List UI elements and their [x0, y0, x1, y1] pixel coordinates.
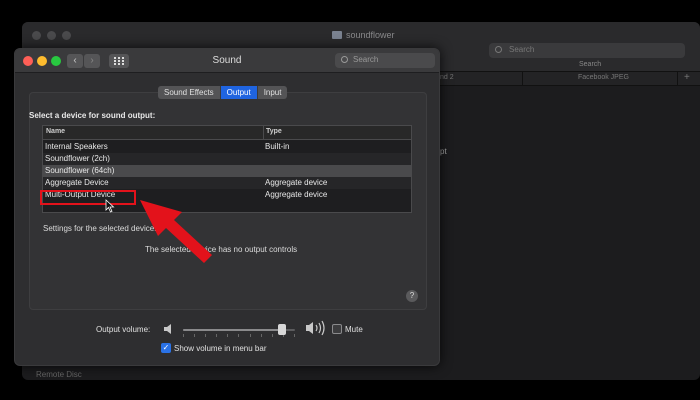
column-divider — [263, 126, 264, 140]
no-controls-message: The selected device has no output contro… — [145, 245, 298, 254]
tab-sound-effects[interactable]: Sound Effects — [158, 86, 221, 99]
finder-search-field[interactable]: Search — [489, 43, 685, 58]
preferences-search-field[interactable]: Search — [335, 53, 435, 68]
table-row-selected[interactable]: Soundflower (64ch) — [43, 165, 411, 177]
column-header-name[interactable]: Name — [46, 128, 65, 135]
finder-title-text: soundflower — [346, 30, 395, 40]
mute-checkbox[interactable] — [332, 324, 342, 334]
preferences-search-placeholder: Search — [353, 55, 379, 64]
table-header: Name Type — [43, 126, 411, 140]
finder-item-fragment: pt — [440, 147, 447, 156]
help-button[interactable]: ? — [406, 290, 418, 302]
search-icon — [495, 46, 502, 53]
folder-icon — [332, 31, 342, 39]
finder-column-header[interactable]: Facebook JPEG — [578, 74, 629, 81]
add-column-button[interactable]: + — [684, 72, 690, 83]
show-volume-label: Show volume in menu bar — [174, 344, 267, 353]
tab-input[interactable]: Input — [258, 86, 288, 99]
output-volume-slider[interactable] — [183, 324, 295, 337]
column-divider — [677, 72, 678, 86]
sound-preferences-window: ‹ › Sound Search Sound Effects Output In… — [14, 48, 440, 366]
finder-column-header[interactable]: nd 2 — [440, 74, 454, 81]
settings-heading: Settings for the selected device: — [43, 224, 157, 233]
table-row[interactable]: Internal Speakers Built-in — [43, 141, 411, 153]
tab-bar: Sound Effects Output Input — [158, 86, 288, 99]
finder-window-controls — [32, 31, 71, 40]
sound-titlebar: ‹ › Sound Search — [15, 49, 439, 73]
tab-output[interactable]: Output — [220, 86, 258, 99]
table-row[interactable]: Aggregate Device Aggregate device — [43, 177, 411, 189]
output-volume-label: Output volume: — [96, 325, 151, 334]
device-name: Soundflower (64ch) — [45, 166, 115, 175]
mouse-pointer-icon — [105, 199, 115, 213]
mute-label: Mute — [345, 325, 363, 334]
column-divider — [522, 72, 523, 86]
device-type: Aggregate device — [265, 178, 328, 187]
volume-slider-fill — [183, 329, 282, 331]
sidebar-item-remote-disc[interactable]: Remote Disc — [22, 370, 162, 380]
device-type: Aggregate device — [265, 190, 328, 199]
speaker-high-icon — [306, 320, 325, 336]
finder-search-placeholder: Search — [509, 45, 535, 54]
column-header-type[interactable]: Type — [266, 128, 282, 135]
finder-search-caption: Search — [579, 61, 602, 68]
speaker-low-icon — [164, 324, 171, 334]
annotation-highlight-box — [40, 190, 136, 205]
device-name: Soundflower (2ch) — [45, 154, 110, 163]
select-device-heading: Select a device for sound output: — [29, 111, 156, 120]
search-icon — [341, 56, 348, 63]
device-name: Aggregate Device — [45, 178, 109, 187]
device-type: Built-in — [265, 142, 290, 151]
table-row[interactable]: Soundflower (2ch) — [43, 153, 411, 165]
finder-title: soundflower — [332, 30, 395, 40]
show-volume-checkbox[interactable]: ✓ — [161, 343, 171, 353]
volume-slider-knob[interactable] — [277, 324, 286, 335]
finder-zoom-button[interactable] — [62, 31, 71, 40]
finder-close-button[interactable] — [32, 31, 41, 40]
finder-minimize-button[interactable] — [47, 31, 56, 40]
device-name: Internal Speakers — [45, 142, 108, 151]
